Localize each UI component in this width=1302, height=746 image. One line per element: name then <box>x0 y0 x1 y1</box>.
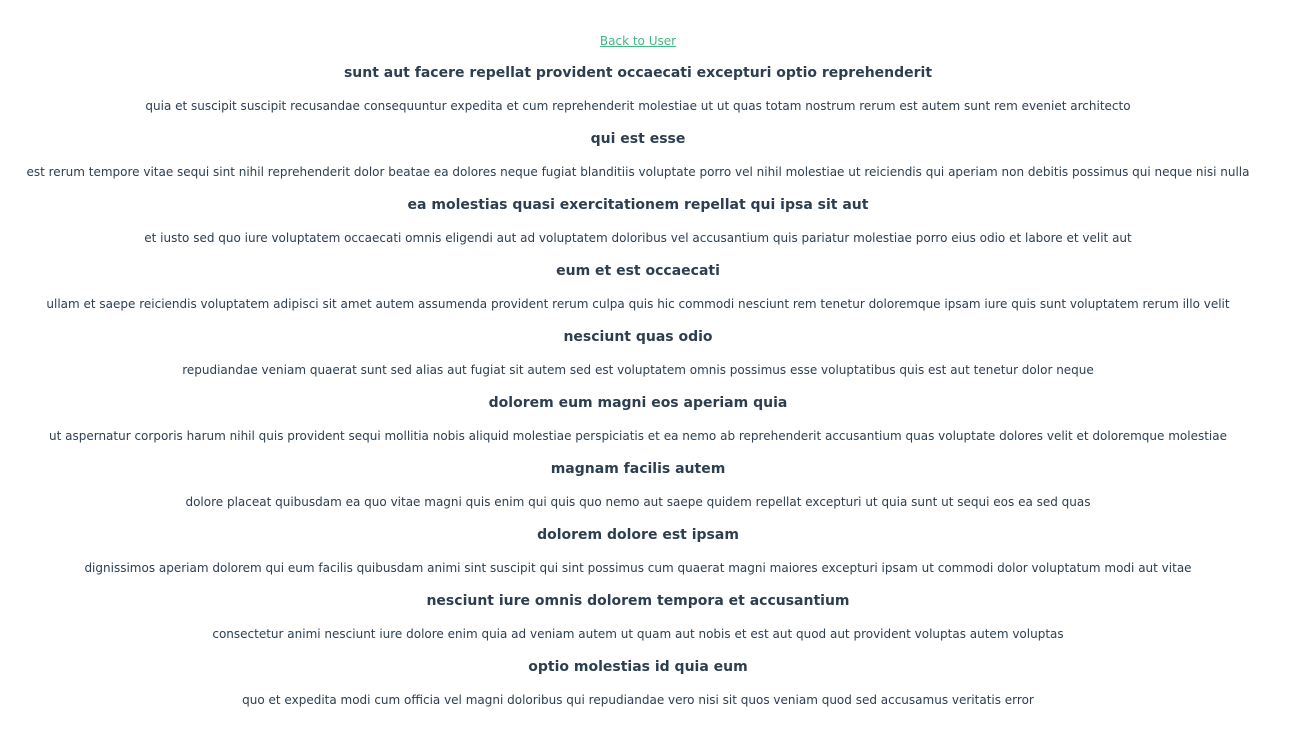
post-item: sunt aut facere repellat provident occae… <box>0 65 1276 113</box>
post-item: optio molestias id quia eum quo et exped… <box>0 659 1276 707</box>
post-title: ea molestias quasi exercitationem repell… <box>407 197 869 213</box>
post-item: nesciunt quas odio repudiandae veniam qu… <box>0 329 1276 377</box>
post-title: dolorem eum magni eos aperiam quia <box>488 395 788 411</box>
post-body: dolore placeat quibusdam ea quo vitae ma… <box>185 495 1091 509</box>
post-title: dolorem dolore est ipsam <box>537 527 739 543</box>
back-to-user-link[interactable]: Back to User <box>600 34 676 48</box>
post-item: dolorem dolore est ipsam dignissimos ape… <box>0 527 1276 575</box>
post-body: quia et suscipit suscipit recusandae con… <box>145 99 1131 113</box>
post-body: ut aspernatur corporis harum nihil quis … <box>48 429 1227 443</box>
post-item: eum et est occaecati ullam et saepe reic… <box>0 263 1276 311</box>
post-title: optio molestias id quia eum <box>528 659 748 675</box>
post-item: qui est esse est rerum tempore vitae seq… <box>0 131 1276 179</box>
post-body: repudiandae veniam quaerat sunt sed alia… <box>182 363 1094 377</box>
post-item: magnam facilis autem dolore placeat quib… <box>0 461 1276 509</box>
post-list: sunt aut facere repellat provident occae… <box>0 65 1276 707</box>
post-title: qui est esse <box>590 131 686 147</box>
post-item: ea molestias quasi exercitationem repell… <box>0 197 1276 245</box>
post-body: est rerum tempore vitae sequi sint nihil… <box>26 165 1250 179</box>
post-title: sunt aut facere repellat provident occae… <box>343 65 933 81</box>
post-title: nesciunt iure omnis dolorem tempora et a… <box>426 593 850 609</box>
post-title: magnam facilis autem <box>550 461 726 477</box>
post-title: eum et est occaecati <box>556 263 720 279</box>
post-body: et iusto sed quo iure voluptatem occaeca… <box>144 231 1132 245</box>
posts-page: Back to User sunt aut facere repellat pr… <box>0 0 1276 707</box>
post-body: quo et expedita modi cum officia vel mag… <box>242 693 1034 707</box>
post-body: consectetur animi nesciunt iure dolore e… <box>212 627 1064 641</box>
post-item: nesciunt iure omnis dolorem tempora et a… <box>0 593 1276 641</box>
post-title: nesciunt quas odio <box>563 329 713 345</box>
post-body: dignissimos aperiam dolorem qui eum faci… <box>84 561 1192 575</box>
post-item: dolorem eum magni eos aperiam quia ut as… <box>0 395 1276 443</box>
post-body: ullam et saepe reiciendis voluptatem adi… <box>46 297 1230 311</box>
